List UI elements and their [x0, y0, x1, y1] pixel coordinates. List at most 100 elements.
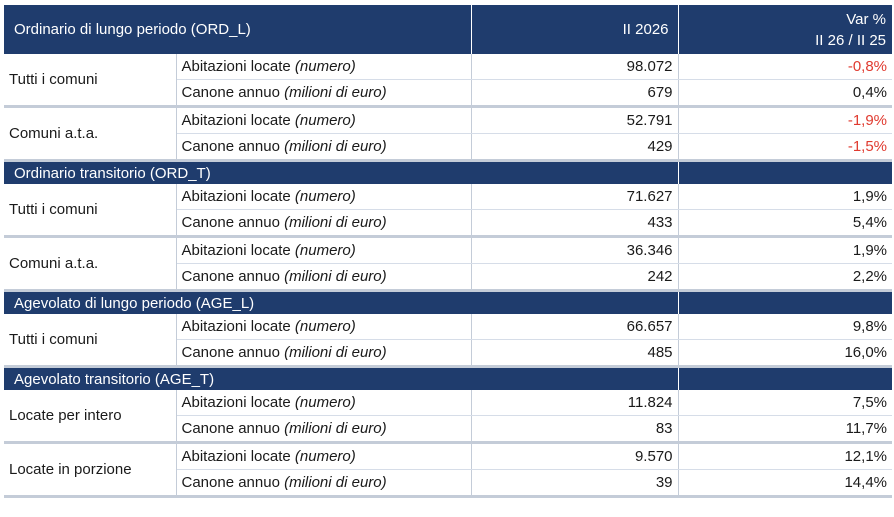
- indicator-label: Canone annuo (milioni di euro): [176, 415, 472, 444]
- indicator-unit: (milioni di euro): [284, 268, 387, 285]
- indicator-label: Canone annuo (milioni di euro): [176, 133, 472, 162]
- table-row: Tutti i comuni Abitazioni locate (numero)…: [4, 184, 893, 238]
- indicator-name: Canone annuo: [181, 420, 285, 437]
- section-empty-cell: [678, 366, 893, 390]
- value-cell: 242: [471, 263, 679, 292]
- indicator-name: Abitazioni locate: [181, 58, 295, 75]
- group-label: Tutti i comuni: [4, 184, 177, 238]
- value-cell: 485: [471, 339, 679, 368]
- indicator-name: Abitazioni locate: [181, 242, 295, 259]
- indicator-label: Abitazioni locate (numero): [176, 390, 472, 416]
- indicator-label: Canone annuo (milioni di euro): [176, 469, 472, 498]
- value-cell: 52.791: [471, 106, 679, 134]
- indicator-label: Canone annuo (milioni di euro): [176, 79, 472, 108]
- indicator-label: Abitazioni locate (numero): [176, 236, 472, 264]
- indicator-unit: (milioni di euro): [284, 214, 387, 231]
- section-title: Ordinario transitorio (ORD_T): [4, 160, 679, 184]
- table-row: Tutti i comuni Abitazioni locate (numero)…: [4, 54, 893, 108]
- column-header-value: II 2026: [471, 5, 679, 54]
- group-label: Tutti i comuni: [4, 314, 177, 368]
- indicator-name: Canone annuo: [181, 214, 285, 231]
- value-cell: 429: [471, 133, 679, 162]
- indicator-unit: (milioni di euro): [284, 344, 387, 361]
- section-row: Agevolato di lungo periodo (AGE_L): [4, 290, 893, 314]
- table-row: Tutti i comuni Abitazioni locate (numero)…: [4, 314, 893, 368]
- indicator-name: Canone annuo: [181, 474, 285, 491]
- indicator-name: Abitazioni locate: [181, 188, 295, 205]
- column-header-var-line1: Var %: [846, 10, 887, 28]
- section-empty-cell: [678, 160, 893, 184]
- group-label: Tutti i comuni: [4, 54, 177, 108]
- var-cell: 5,4%: [678, 209, 893, 238]
- indicator-label: Canone annuo (milioni di euro): [176, 209, 472, 238]
- indicator-unit: (milioni di euro): [284, 474, 387, 491]
- indicator-name: Abitazioni locate: [181, 448, 295, 465]
- value-cell: 679: [471, 79, 679, 108]
- table-row: Comuni a.t.a. Abitazioni locate (numero) 3…: [4, 236, 893, 292]
- indicator-unit: (numero): [294, 318, 356, 335]
- first-section-title: Ordinario di lungo periodo (ORD_L): [4, 5, 472, 54]
- var-cell: 2,2%: [678, 263, 893, 292]
- group-label: Comuni a.t.a.: [4, 106, 177, 162]
- value-cell: 11.824: [471, 390, 679, 416]
- group-label: Locate in porzione: [4, 442, 177, 498]
- indicator-label: Abitazioni locate (numero): [176, 54, 472, 80]
- var-cell: 16,0%: [678, 339, 893, 368]
- value-cell: 83: [471, 415, 679, 444]
- indicator-label: Abitazioni locate (numero): [176, 106, 472, 134]
- indicator-name: Canone annuo: [181, 84, 285, 101]
- indicator-label: Abitazioni locate (numero): [176, 314, 472, 340]
- var-cell: -1,9%: [678, 106, 893, 134]
- table-row: Locate in porzione Abitazioni locate (num…: [4, 442, 893, 498]
- indicator-label: Abitazioni locate (numero): [176, 184, 472, 210]
- var-cell: 7,5%: [678, 390, 893, 416]
- section-empty-cell: [678, 290, 893, 314]
- indicator-name: Canone annuo: [181, 344, 285, 361]
- indicator-unit: (numero): [294, 448, 356, 465]
- table-row: Locate per intero Abitazioni locate (nume…: [4, 390, 893, 444]
- group-label: Comuni a.t.a.: [4, 236, 177, 292]
- var-cell: -0,8%: [678, 54, 893, 80]
- var-cell: 1,9%: [678, 184, 893, 210]
- value-cell: 36.346: [471, 236, 679, 264]
- var-cell: 0,4%: [678, 79, 893, 108]
- section-title: Agevolato transitorio (AGE_T): [4, 366, 679, 390]
- value-cell: 98.072: [471, 54, 679, 80]
- table-header-row: Ordinario di lungo periodo (ORD_L) II 20…: [4, 5, 893, 54]
- indicator-unit: (numero): [294, 242, 356, 259]
- var-cell: 12,1%: [678, 442, 893, 470]
- indicator-label: Canone annuo (milioni di euro): [176, 263, 472, 292]
- indicator-name: Abitazioni locate: [181, 394, 295, 411]
- indicator-unit: (milioni di euro): [284, 420, 387, 437]
- value-cell: 39: [471, 469, 679, 498]
- column-header-var: Var % II 26 / II 25: [678, 5, 893, 54]
- value-cell: 71.627: [471, 184, 679, 210]
- value-cell: 9.570: [471, 442, 679, 470]
- indicator-name: Abitazioni locate: [181, 112, 295, 129]
- section-row: Ordinario transitorio (ORD_T): [4, 160, 893, 184]
- indicator-name: Canone annuo: [181, 268, 285, 285]
- var-cell: 1,9%: [678, 236, 893, 264]
- indicator-name: Canone annuo: [181, 138, 285, 155]
- group-label: Locate per intero: [4, 390, 177, 444]
- var-cell: 9,8%: [678, 314, 893, 340]
- section-row: Agevolato transitorio (AGE_T): [4, 366, 893, 390]
- indicator-unit: (numero): [294, 394, 356, 411]
- rental-data-table: Ordinario di lungo periodo (ORD_L) II 20…: [4, 5, 893, 498]
- var-cell: 14,4%: [678, 469, 893, 498]
- indicator-name: Abitazioni locate: [181, 318, 295, 335]
- var-cell: 11,7%: [678, 415, 893, 444]
- var-cell: -1,5%: [678, 133, 893, 162]
- value-cell: 433: [471, 209, 679, 238]
- table-row: Comuni a.t.a. Abitazioni locate (numero) 5…: [4, 106, 893, 162]
- column-header-var-line2: II 26 / II 25: [815, 31, 887, 49]
- indicator-label: Canone annuo (milioni di euro): [176, 339, 472, 368]
- section-title: Agevolato di lungo periodo (AGE_L): [4, 290, 679, 314]
- indicator-unit: (milioni di euro): [284, 138, 387, 155]
- indicator-unit: (milioni di euro): [284, 84, 387, 101]
- indicator-unit: (numero): [294, 58, 356, 75]
- indicator-unit: (numero): [294, 112, 356, 129]
- indicator-unit: (numero): [294, 188, 356, 205]
- value-cell: 66.657: [471, 314, 679, 340]
- indicator-label: Abitazioni locate (numero): [176, 442, 472, 470]
